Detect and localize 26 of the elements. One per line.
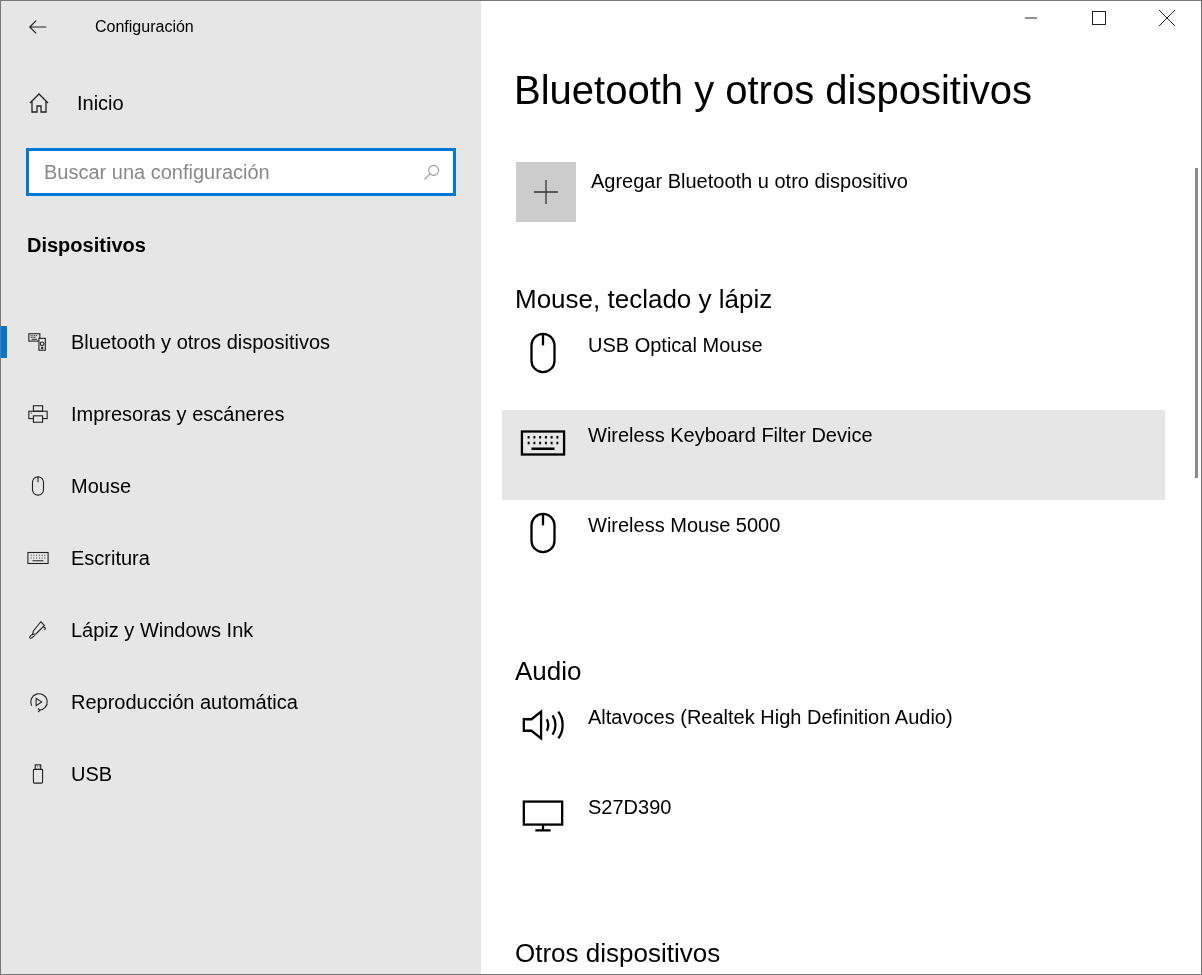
sidebar-item[interactable]: Impresoras y escáneres	[1, 378, 481, 450]
window-title: Configuración	[95, 17, 194, 37]
printer-icon	[27, 403, 49, 425]
add-device-button[interactable]: Agregar Bluetooth u otro dispositivo	[516, 162, 1201, 222]
device-item[interactable]: Wireless Keyboard Filter Device	[502, 410, 1165, 500]
section-heading: Mouse, teclado y lápiz	[514, 283, 774, 316]
sidebar-item[interactable]: USB	[1, 738, 481, 810]
maximize-icon	[1092, 10, 1106, 25]
sidebar-item[interactable]: Bluetooth y otros dispositivos	[1, 306, 481, 378]
sidebar-item[interactable]: Lápiz y Windows Ink	[1, 594, 481, 666]
search-field[interactable]: Buscar una configuración	[26, 148, 456, 196]
section-heading: Dispositivos	[26, 233, 147, 258]
sidebar-item[interactable]: Mouse	[1, 450, 481, 522]
search-icon	[422, 162, 442, 182]
plus-icon	[533, 179, 559, 205]
close-icon	[1159, 9, 1175, 26]
section-heading: Otros dispositivos	[514, 937, 722, 970]
sidebar-item[interactable]: Escritura	[1, 522, 481, 594]
sidebar-item[interactable]: Reproducción automática	[1, 666, 481, 738]
page-title: Bluetooth y otros dispositivos	[513, 67, 1034, 114]
autoplay-icon	[27, 691, 49, 713]
section-heading: Audio	[514, 655, 583, 688]
pen-icon	[27, 619, 49, 641]
home-icon	[27, 91, 51, 115]
keyboard-speaker-icon	[27, 331, 49, 353]
home-link[interactable]: Inicio	[1, 83, 481, 123]
